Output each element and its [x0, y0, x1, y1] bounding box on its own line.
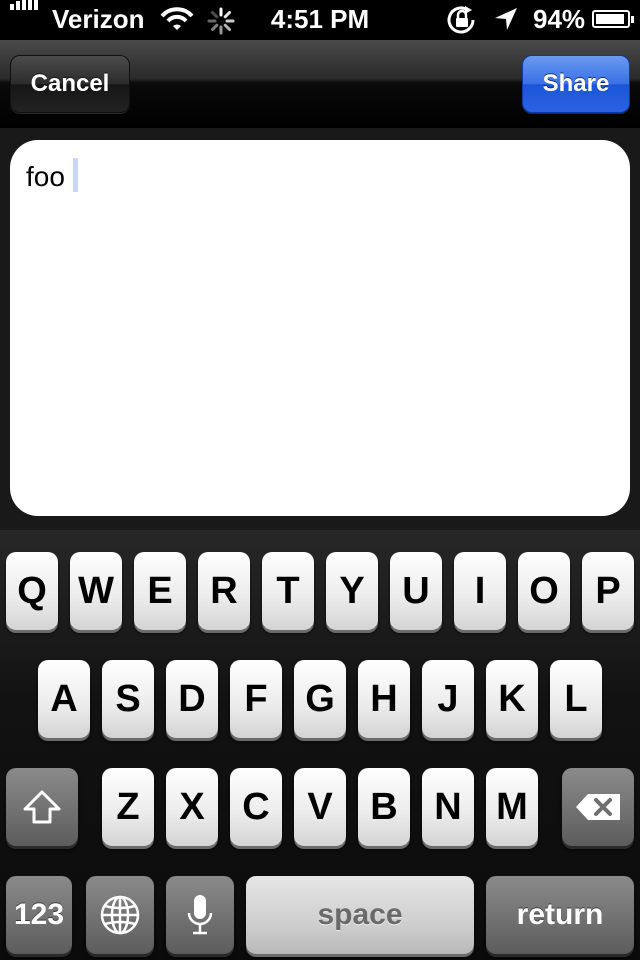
key-e[interactable]: E [134, 552, 186, 630]
key-o[interactable]: O [518, 552, 570, 630]
status-bar: Verizon 4:51 PM 94% [0, 0, 640, 40]
keyboard: Q W E R T Y U I O P A S D F G H J K L Z … [0, 530, 640, 960]
key-d[interactable]: D [166, 660, 218, 738]
key-a[interactable]: A [38, 660, 90, 738]
key-y[interactable]: Y [326, 552, 378, 630]
key-c[interactable]: C [230, 768, 282, 846]
microphone-icon [187, 895, 213, 935]
key-b[interactable]: B [358, 768, 410, 846]
share-button[interactable]: Share [522, 55, 630, 113]
key-v[interactable]: V [294, 768, 346, 846]
key-z[interactable]: Z [102, 768, 154, 846]
space-key[interactable]: space [246, 876, 474, 954]
cancel-button[interactable]: Cancel [10, 55, 130, 113]
globe-icon [100, 895, 140, 935]
key-l[interactable]: L [550, 660, 602, 738]
key-w[interactable]: W [70, 552, 122, 630]
key-f[interactable]: F [230, 660, 282, 738]
message-text: foo [26, 161, 65, 192]
key-p[interactable]: P [582, 552, 634, 630]
key-r[interactable]: R [198, 552, 250, 630]
share-toolbar: Cancel Share [0, 40, 640, 128]
return-key[interactable]: return [486, 876, 634, 954]
key-g[interactable]: G [294, 660, 346, 738]
text-cursor [72, 158, 78, 192]
battery-icon [592, 10, 634, 28]
key-s[interactable]: S [102, 660, 154, 738]
globe-key[interactable] [86, 876, 154, 954]
key-u[interactable]: U [390, 552, 442, 630]
key-j[interactable]: J [422, 660, 474, 738]
key-k[interactable]: K [486, 660, 538, 738]
location-arrow-icon [495, 8, 517, 30]
battery-percent: 94% [533, 4, 586, 34]
key-m[interactable]: M [486, 768, 538, 846]
dictation-key[interactable] [166, 876, 234, 954]
key-h[interactable]: H [358, 660, 410, 738]
rotation-lock-icon [447, 6, 475, 34]
key-t[interactable]: T [262, 552, 314, 630]
backspace-key[interactable] [562, 768, 634, 846]
key-i[interactable]: I [454, 552, 506, 630]
shift-icon [23, 790, 61, 824]
shift-key[interactable] [6, 768, 78, 846]
backspace-icon [576, 794, 620, 820]
message-text-area[interactable]: foo [10, 140, 630, 516]
key-x[interactable]: X [166, 768, 218, 846]
numbers-key[interactable]: 123 [6, 876, 72, 954]
key-n[interactable]: N [422, 768, 474, 846]
key-q[interactable]: Q [6, 552, 58, 630]
